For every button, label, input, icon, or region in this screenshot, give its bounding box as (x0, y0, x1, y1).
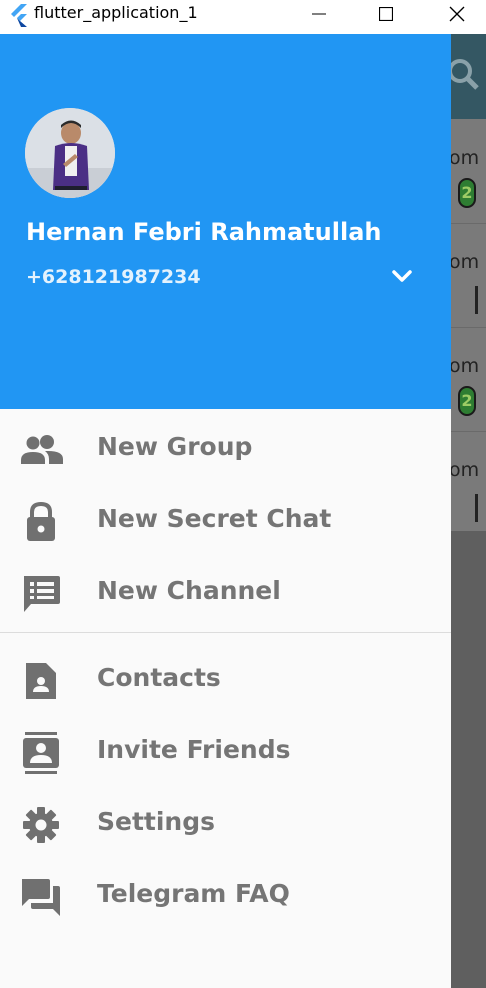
background-chat-row: om (449, 431, 486, 535)
minimize-button[interactable] (296, 0, 342, 28)
background-app-bar (448, 34, 486, 119)
maximize-icon (379, 7, 393, 21)
menu-divider (0, 632, 451, 633)
search-icon (448, 59, 479, 90)
menu-item-invite-friends[interactable]: Invite Friends (0, 715, 451, 787)
chevron-down-icon (392, 270, 412, 282)
channel-icon (18, 574, 64, 614)
pin-mark (475, 494, 478, 522)
user-name: Hernan Febri Rahmatullah (26, 218, 382, 246)
user-phone: +628121987234 (26, 266, 201, 288)
background-chat-row: om (449, 223, 486, 328)
menu-item-new-channel[interactable]: New Channel (0, 556, 451, 628)
account-expand-button[interactable] (388, 262, 416, 290)
close-icon (449, 6, 465, 22)
flutter-logo-icon (11, 4, 27, 27)
chat-time: om (449, 147, 480, 169)
menu-item-label: Telegram FAQ (97, 879, 290, 908)
menu-item-telegram-faq[interactable]: Telegram FAQ (0, 859, 451, 931)
chat-time: om (449, 355, 480, 377)
unread-badge: 2 (458, 386, 476, 416)
menu-item-label: Invite Friends (97, 735, 291, 764)
drawer-header: Hernan Febri Rahmatullah +628121987234 (0, 34, 451, 409)
close-button[interactable] (434, 0, 480, 28)
gear-icon (18, 805, 64, 845)
avatar[interactable] (25, 108, 115, 198)
unread-badge: 2 (458, 178, 476, 208)
menu-item-contacts[interactable]: Contacts (0, 643, 451, 715)
faq-icon (18, 877, 64, 917)
background-chat-row: om 2 (449, 327, 486, 432)
minimize-icon (312, 13, 326, 15)
window-titlebar: flutter_application_1 (0, 0, 486, 34)
menu-item-new-group[interactable]: New Group (0, 412, 451, 484)
profile-photo-icon (25, 108, 115, 198)
group-icon (18, 430, 64, 470)
contacts-icon (18, 661, 64, 701)
pin-mark (475, 286, 478, 314)
menu-item-new-secret-chat[interactable]: New Secret Chat (0, 484, 451, 556)
menu-item-label: Contacts (97, 663, 221, 692)
background-chat-list: om 2 om om 2 om (449, 119, 486, 531)
chat-time: om (449, 251, 480, 273)
menu-item-label: New Secret Chat (97, 504, 332, 533)
window-title: flutter_application_1 (34, 3, 198, 22)
navigation-drawer: Hernan Febri Rahmatullah +628121987234 N… (0, 34, 451, 988)
menu-item-label: New Channel (97, 576, 281, 605)
chat-time: om (449, 459, 480, 481)
menu-item-label: New Group (97, 432, 253, 461)
background-chat-row: om 2 (449, 119, 486, 224)
menu-item-label: Settings (97, 807, 216, 836)
menu-item-settings[interactable]: Settings (0, 787, 451, 859)
lock-icon (18, 502, 64, 542)
maximize-button[interactable] (363, 0, 409, 28)
invite-friends-icon (18, 732, 64, 774)
